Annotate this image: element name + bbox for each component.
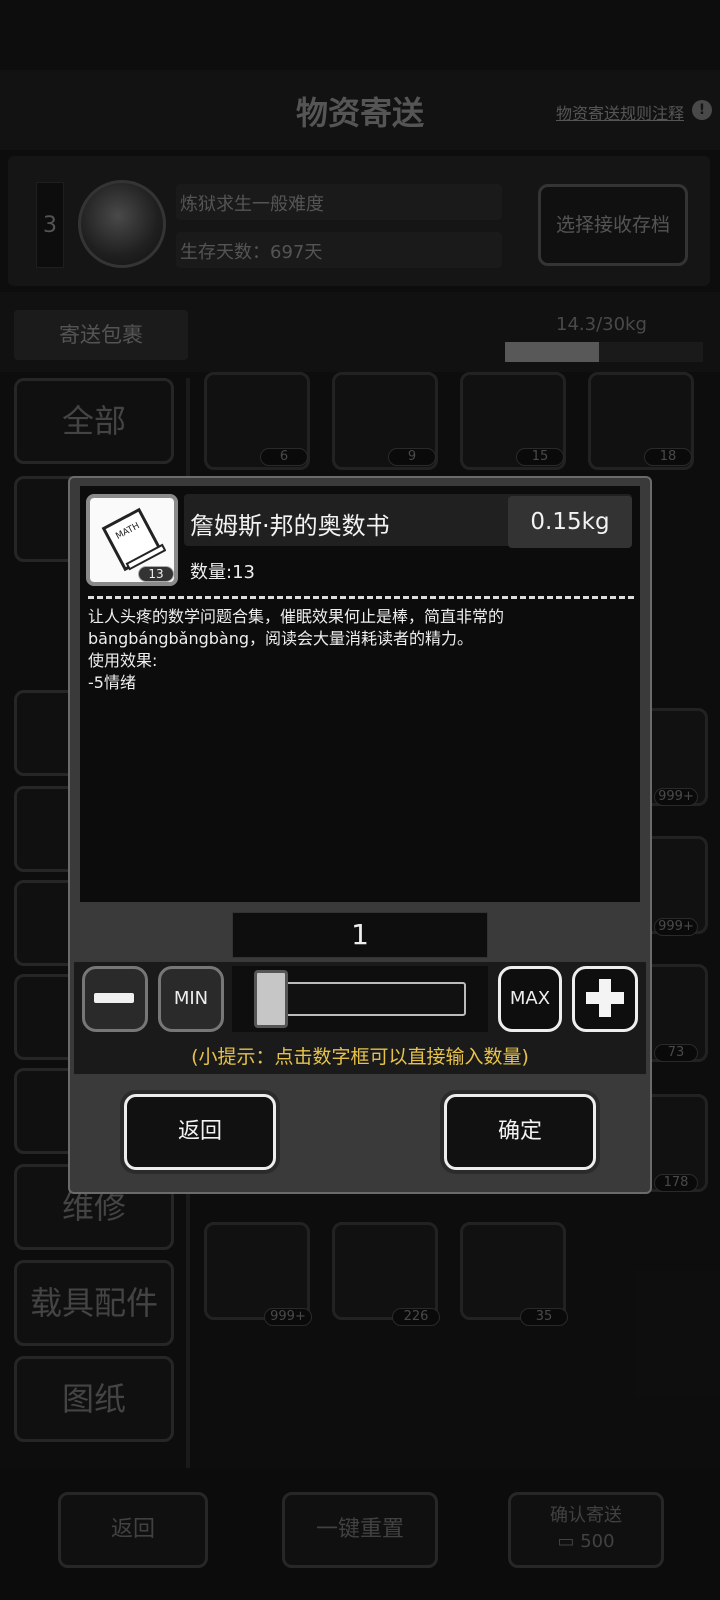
max-button[interactable]: MAX [498,966,562,1032]
plus-icon [599,979,611,1017]
min-button[interactable]: MIN [158,966,224,1032]
description-line: -5情绪 [88,673,136,692]
item-weight: 0.15kg [508,496,632,548]
slider-handle[interactable] [254,970,288,1028]
description-line: bāngbángbǎngbàng，阅读会大量消耗读者的精力。 [88,629,474,648]
modal-back-button[interactable]: 返回 [124,1094,276,1170]
divider [88,596,634,599]
math-book-icon: MATH [101,507,166,572]
item-description: 让人头疼的数学问题合集，催眠效果何止是棒，简直非常的 bāngbángbǎngb… [88,606,634,694]
item-name: 詹姆斯·邦的奥数书 [190,512,390,540]
quantity-hint: (小提示：点击数字框可以直接输入数量) [191,1046,529,1068]
item-quantity: 数量:13 [190,562,255,583]
description-line: 让人头疼的数学问题合集，催眠效果何止是棒，简直非常的 [88,607,505,626]
minus-icon [94,993,134,1003]
modal-confirm-button[interactable]: 确定 [444,1094,596,1170]
item-count-badge: 13 [138,566,174,582]
quantity-input[interactable]: 1 [232,912,488,958]
description-line: 使用效果: [88,651,158,670]
